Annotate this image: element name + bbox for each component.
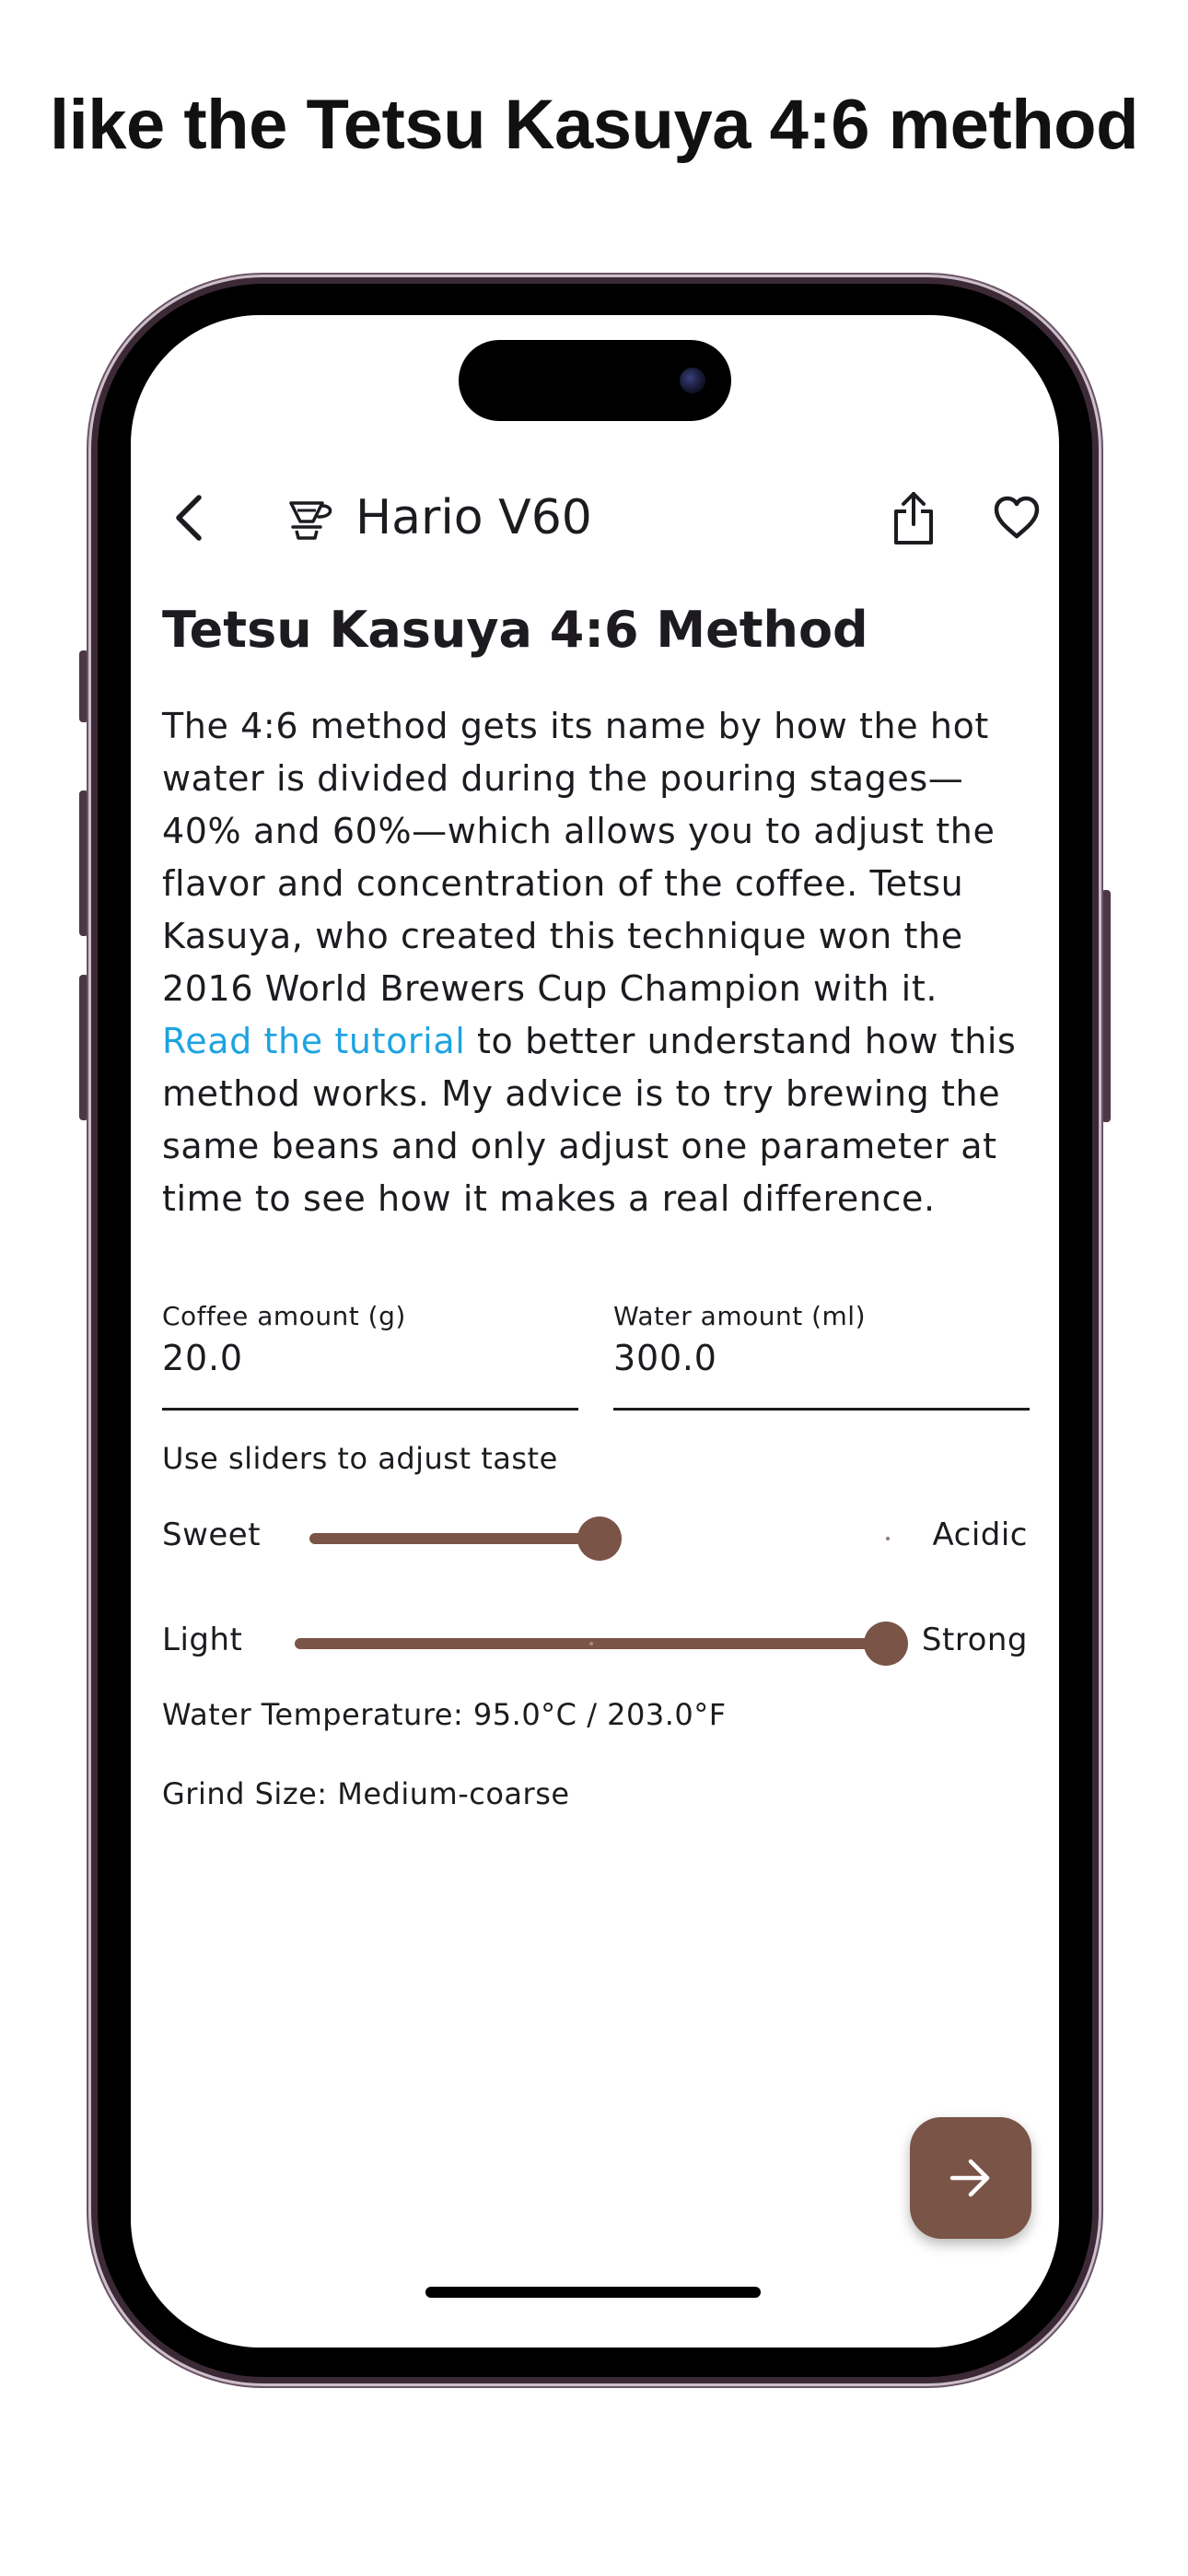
appbar-title: Hario V60 xyxy=(355,490,592,545)
app-bar: Hario V60 xyxy=(131,463,1059,573)
light-label: Light xyxy=(162,1622,243,1658)
back-button[interactable] xyxy=(153,481,227,555)
sweet-label: Sweet xyxy=(162,1516,262,1553)
coffee-amount-field[interactable]: Coffee amount (g) 20.0 xyxy=(162,1294,578,1411)
phone-volume-up-button xyxy=(79,790,88,936)
favorite-button[interactable] xyxy=(978,479,1055,556)
tutorial-link[interactable]: Read the tutorial xyxy=(162,1021,465,1061)
next-step-button[interactable] xyxy=(910,2117,1031,2239)
slider-hint: Use sliders to adjust taste xyxy=(162,1441,558,1476)
strength-slider[interactable] xyxy=(295,1622,908,1666)
strength-slider-thumb[interactable] xyxy=(864,1622,908,1666)
dynamic-island xyxy=(459,340,731,421)
app-screen: Hario V60 Tetsu Kasuya 4:6 Method The 4:… xyxy=(131,315,1059,2348)
description-text: The 4:6 method gets its name by how the … xyxy=(162,706,996,1009)
water-temperature: Water Temperature: 95.0°C / 203.0°F xyxy=(162,1697,727,1732)
acidic-label: Acidic xyxy=(932,1516,1028,1553)
strength-slider-tick xyxy=(589,1642,593,1645)
marketing-headline: like the Tetsu Kasuya 4:6 method xyxy=(49,86,1139,164)
taste-slider-active-track xyxy=(309,1533,600,1544)
recipe-description: The 4:6 method gets its name by how the … xyxy=(162,700,1028,1225)
recipe-content: Tetsu Kasuya 4:6 Method The 4:6 method g… xyxy=(162,597,1028,1225)
share-button[interactable] xyxy=(875,479,952,556)
pour-over-dripper-icon xyxy=(285,492,337,544)
water-amount-label: Water amount (ml) xyxy=(613,1301,867,1331)
coffee-amount-label: Coffee amount (g) xyxy=(162,1301,406,1331)
phone-power-button xyxy=(1101,890,1111,1122)
home-indicator[interactable] xyxy=(425,2287,761,2298)
taste-slider-tick xyxy=(886,1537,890,1540)
arrow-right-icon xyxy=(949,2159,990,2197)
amount-fields: Coffee amount (g) 20.0 Water amount (ml)… xyxy=(162,1294,1030,1411)
front-camera-icon xyxy=(680,368,705,393)
phone-action-button xyxy=(79,650,88,722)
coffee-amount-value[interactable]: 20.0 xyxy=(162,1338,243,1378)
appbar-title-group: Hario V60 xyxy=(285,485,592,551)
taste-slider[interactable] xyxy=(309,1516,890,1561)
water-amount-value[interactable]: 300.0 xyxy=(613,1338,717,1378)
grind-size: Grind Size: Medium-coarse xyxy=(162,1776,570,1811)
share-icon xyxy=(894,492,933,544)
heart-outline-icon xyxy=(994,496,1040,539)
taste-slider-thumb[interactable] xyxy=(577,1516,622,1561)
recipe-title: Tetsu Kasuya 4:6 Method xyxy=(162,601,868,659)
water-amount-field[interactable]: Water amount (ml) 300.0 xyxy=(613,1294,1030,1411)
taste-slider-row: Sweet Acidic xyxy=(162,1505,1028,1570)
phone-volume-down-button xyxy=(79,975,88,1120)
strong-label: Strong xyxy=(921,1622,1028,1658)
strength-slider-row: Light Strong xyxy=(162,1610,1028,1675)
back-chevron-icon xyxy=(176,495,202,541)
